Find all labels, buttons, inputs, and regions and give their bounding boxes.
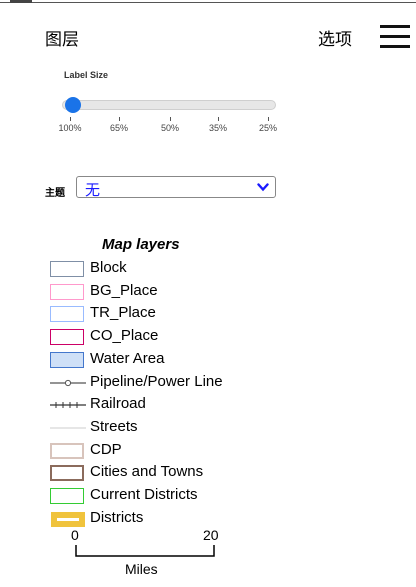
legend-item: BG_Place <box>50 281 290 303</box>
legend-swatch-icon <box>51 511 85 527</box>
legend-item: Water Area <box>50 349 290 371</box>
legend-item: Railroad <box>50 394 290 416</box>
legend-swatch-icon <box>50 261 84 277</box>
slider-tick <box>268 117 269 121</box>
legend-item: Block <box>50 258 290 280</box>
legend-label: Block <box>90 259 127 276</box>
legend-item: Districts <box>50 508 290 530</box>
legend-label: CO_Place <box>90 327 159 345</box>
legend-item: Pipeline/Power Line <box>50 372 290 394</box>
chevron-down-icon <box>257 183 269 192</box>
legend-item: CDP <box>50 440 290 462</box>
slider-tick-label: 50% <box>160 123 180 133</box>
theme-label: 主题 <box>45 188 65 199</box>
legend-item: CO_Place <box>50 326 290 348</box>
scale-bar <box>75 545 215 557</box>
slider-tick-label: 35% <box>208 123 228 133</box>
panel-title: 图层 <box>45 30 79 49</box>
slider-tick-label: 100% <box>58 123 82 133</box>
legend-swatch-icon <box>50 427 86 429</box>
legend-item: Cities and Towns <box>50 462 290 484</box>
legend-item: Streets <box>50 417 290 439</box>
legend-title: Map layers <box>102 236 180 253</box>
label-size-slider[interactable] <box>62 97 276 113</box>
slider-tick-label: 65% <box>109 123 129 133</box>
legend-label: Cities and Towns <box>90 463 204 481</box>
legend-label: Districts <box>90 508 144 526</box>
legend-swatch-icon <box>50 465 84 482</box>
legend-swatch-icon <box>50 283 84 300</box>
legend-swatch-icon <box>50 488 84 504</box>
legend-label: CDP <box>90 440 122 458</box>
legend-swatch-icon <box>50 329 84 346</box>
slider-tick <box>218 117 219 121</box>
top-divider-accent <box>10 0 32 3</box>
legend-label: BG_Place <box>90 281 158 299</box>
slider-track[interactable] <box>62 100 276 110</box>
theme-selected-value: 无 <box>85 182 101 199</box>
scale-start: 0 <box>71 527 79 543</box>
label-size-title: Label Size <box>64 70 109 80</box>
top-divider <box>0 2 416 3</box>
legend-label: Current Districts <box>90 486 198 503</box>
legend-label: Water Area <box>90 349 165 367</box>
legend-item: TR_Place <box>50 303 290 325</box>
legend-swatch-icon <box>50 402 86 409</box>
legend-swatch-icon <box>50 442 84 459</box>
legend-label: Railroad <box>90 395 146 413</box>
legend-item: Current Districts <box>50 485 290 507</box>
hamburger-menu-icon[interactable] <box>380 25 410 48</box>
slider-tick-label: 25% <box>258 123 278 133</box>
legend-swatch-icon <box>50 351 84 368</box>
legend-label: TR_Place <box>90 304 156 322</box>
legend-swatch-icon <box>50 379 86 386</box>
theme-select[interactable]: 无 <box>76 176 276 199</box>
slider-thumb[interactable] <box>65 97 81 113</box>
slider-tick <box>119 117 120 121</box>
legend-label: Pipeline/Power Line <box>90 372 223 390</box>
scale-unit: Miles <box>125 561 158 577</box>
slider-tick <box>170 117 171 121</box>
slider-tick <box>70 117 71 121</box>
options-button[interactable]: 选项 <box>318 25 352 50</box>
scale-end: 20 <box>203 527 219 543</box>
legend-label: Streets <box>90 417 138 435</box>
legend-swatch-icon <box>50 306 84 323</box>
